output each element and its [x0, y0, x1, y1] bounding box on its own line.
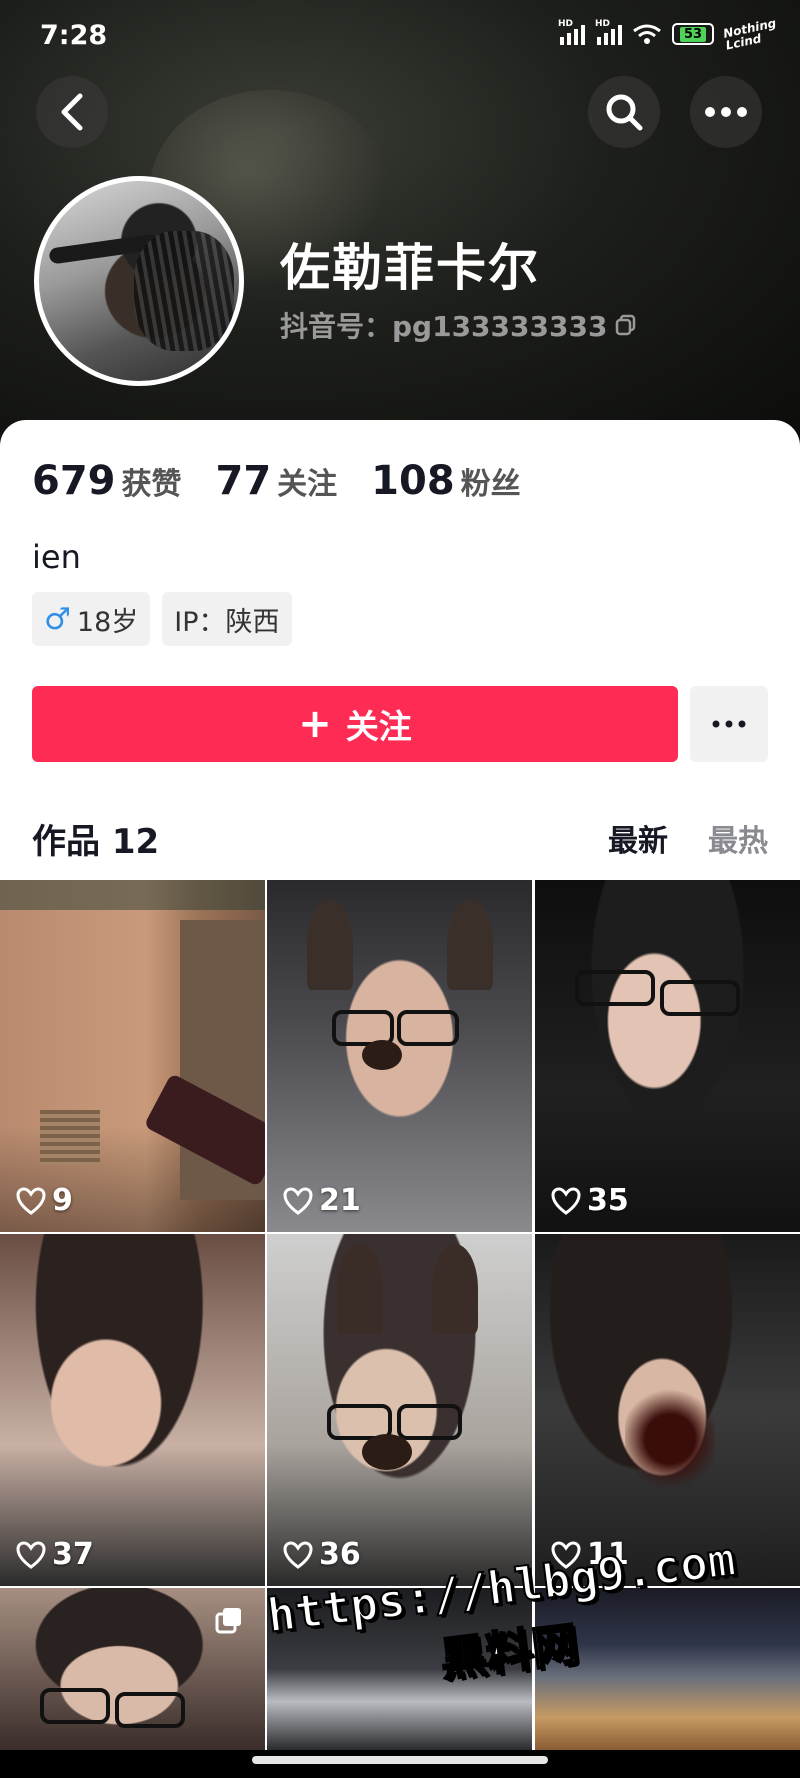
video-tile[interactable]: 37: [0, 1234, 265, 1586]
works-header: 作品 12 最新 最热: [32, 808, 768, 864]
profile-stats: 679 获赞 77 关注 108 粉丝: [32, 458, 521, 504]
video-grid: 9 21 35 37 36 11: [0, 880, 800, 1750]
profile-tags: ♂ 18岁 IP：陕西: [32, 592, 292, 646]
heart-icon: [283, 1540, 313, 1569]
status-time: 7:28: [40, 20, 108, 51]
heart-icon: [283, 1186, 313, 1215]
multi-image-icon: [215, 1608, 241, 1634]
more-options-button[interactable]: [690, 76, 762, 148]
heart-icon: [16, 1540, 46, 1569]
heart-icon: [551, 1540, 581, 1569]
male-icon: ♂: [44, 601, 71, 637]
like-count: 21: [283, 1183, 361, 1218]
video-tile[interactable]: [535, 1588, 800, 1750]
profile-cover: 7:28 HD HD 53 Nothing Lcind 佐勒菲卡尔 抖音号：pg…: [0, 0, 800, 440]
like-count: 35: [551, 1183, 629, 1218]
account-id-text: 抖音号：pg133333333: [280, 310, 608, 343]
copy-icon[interactable]: [615, 314, 637, 336]
signal-icon-2: HD: [595, 19, 622, 45]
video-tile[interactable]: 36: [267, 1234, 532, 1586]
bio-text: ien: [32, 538, 81, 576]
chevron-left-icon: [61, 93, 83, 131]
video-tile[interactable]: 35: [535, 880, 800, 1232]
plus-icon: +: [298, 701, 332, 747]
more-horizontal-icon: [705, 107, 747, 117]
stat-likes[interactable]: 679 获赞: [32, 458, 182, 504]
more-actions-button[interactable]: [690, 686, 768, 762]
video-tile[interactable]: [267, 1588, 532, 1750]
like-count: 36: [283, 1537, 361, 1572]
video-tile[interactable]: 9: [0, 880, 265, 1232]
age-text: 18岁: [76, 606, 139, 638]
follow-label: 关注: [345, 707, 412, 746]
display-name: 佐勒菲卡尔: [280, 239, 540, 297]
status-icons: HD HD 53 Nothing Lcind: [558, 16, 780, 53]
like-count: 37: [16, 1537, 94, 1572]
account-id: 抖音号：pg133333333: [280, 305, 637, 345]
profile-panel: 679 获赞 77 关注 108 粉丝 ien ♂ 18岁 IP：陕西 + 关注…: [0, 420, 800, 880]
wifi-icon: [633, 24, 661, 44]
signal-icon: HD: [558, 19, 585, 45]
ip-location-text: IP：陕西: [174, 606, 280, 638]
home-indicator[interactable]: [252, 1756, 548, 1764]
video-tile[interactable]: 11: [535, 1234, 800, 1586]
stat-followers[interactable]: 108 粉丝: [371, 458, 521, 504]
status-bar: 7:28 HD HD 53 Nothing Lcind: [0, 0, 800, 72]
more-horizontal-icon: [712, 720, 746, 728]
sort-latest-tab[interactable]: 最新: [608, 816, 668, 860]
sort-hot-tab[interactable]: 最热: [708, 816, 768, 860]
like-count: 11: [551, 1537, 629, 1572]
video-tile[interactable]: [0, 1588, 265, 1750]
battery-icon: 53: [672, 23, 714, 45]
heart-icon: [551, 1186, 581, 1215]
heart-icon: [16, 1186, 46, 1215]
stat-following[interactable]: 77 关注: [216, 458, 338, 504]
like-count: 9: [16, 1183, 73, 1218]
follow-button[interactable]: + 关注: [32, 686, 678, 762]
search-button[interactable]: [588, 76, 660, 148]
avatar[interactable]: [34, 176, 244, 386]
search-icon: [606, 94, 643, 131]
works-title: 作品 12: [32, 822, 160, 862]
brand-logo: Nothing Lcind: [721, 15, 778, 53]
age-tag: ♂ 18岁: [32, 592, 151, 646]
back-button[interactable]: [36, 76, 108, 148]
video-tile[interactable]: 21: [267, 880, 532, 1232]
ip-location-tag: IP：陕西: [162, 592, 292, 646]
